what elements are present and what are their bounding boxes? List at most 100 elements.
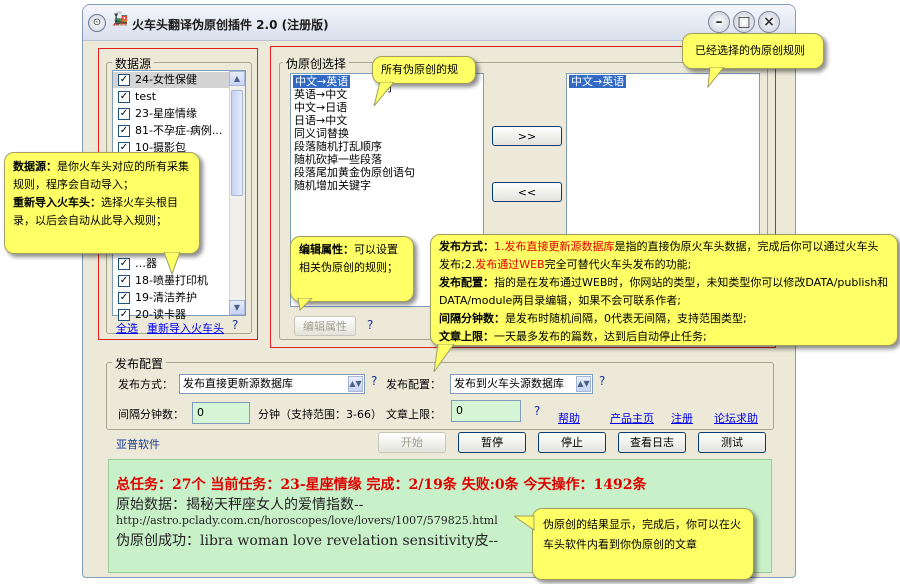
- product-home-link[interactable]: 产品主页: [610, 410, 654, 426]
- publish-callout-interval-text: 是发布时随机间隔，0代表无间隔，支持范围类型;: [505, 312, 747, 325]
- all-rules-callout: 所有伪原创的规则: [372, 56, 476, 94]
- window-title: 火车头翻译伪原创插件 2.0 (注册版): [132, 18, 329, 32]
- rule-item[interactable]: 随机增加关键字: [294, 179, 371, 192]
- rule-item[interactable]: 随机砍掉一些段落: [294, 153, 382, 166]
- list-item[interactable]: ✓ 81-不孕症-病例...: [113, 123, 222, 139]
- list-item-label: 19-清洁养护: [135, 291, 197, 304]
- scroll-down-icon[interactable]: ▼: [229, 300, 245, 315]
- scroll-up-icon[interactable]: ▲: [229, 71, 245, 86]
- list-item[interactable]: ✓ 19-清洁养护: [113, 290, 197, 306]
- publish-label: 发布配置: [112, 355, 167, 372]
- close-button[interactable]: ×: [758, 11, 780, 33]
- checkbox[interactable]: ✓: [118, 108, 130, 120]
- publish-callout-num-2: 2.: [464, 258, 476, 271]
- edit-callout-tail: [297, 298, 313, 312]
- maximize-button[interactable]: □: [733, 11, 755, 33]
- company-label: 亚普软件: [116, 438, 160, 451]
- publish-config-value: 发布到火车头源数据库: [454, 377, 564, 390]
- datasource-callout: 数据源：是你火车头对应的所有采集规则，程序会自动导入； 重新导入火车头：选择火车…: [4, 152, 200, 254]
- add-rule-button[interactable]: >>: [492, 126, 562, 146]
- checkbox[interactable]: ✓: [118, 292, 130, 304]
- publish-config-select[interactable]: 发布到火车头源数据库 ▲▼: [450, 374, 593, 394]
- publish-callout-num-1: 1.: [494, 240, 505, 253]
- result-callout-tail: [514, 515, 535, 531]
- interval-unit: 分钟（支持范围：3-66）: [258, 408, 382, 421]
- interval-input[interactable]: 0: [192, 402, 250, 424]
- publish-callout-method-2-desc: 完全可替代火车头发布的功能;: [544, 258, 692, 271]
- publish-config-label: 发布配置：: [386, 378, 441, 391]
- rule-item[interactable]: 中文→日语: [294, 101, 347, 114]
- datasource-callout-term: 数据源：: [13, 160, 57, 173]
- selected-rules-callout-tail: [707, 67, 725, 89]
- edit-callout: 编辑属性：可以设置相关伪原创的规则；: [290, 236, 414, 302]
- checkbox[interactable]: ✓: [118, 74, 130, 86]
- chevron-down-icon[interactable]: ▲▼: [576, 376, 591, 392]
- publish-callout: 发布方式：1.发布直接更新源数据库是指的直接伪原火车头数据，完成后你可以通过火车…: [430, 234, 898, 346]
- chevron-down-icon[interactable]: ▲▼: [348, 376, 363, 392]
- publish-method-value: 发布直接更新源数据库: [183, 377, 293, 390]
- register-link[interactable]: 注册: [671, 410, 693, 426]
- rule-item[interactable]: 英语→中文: [294, 88, 347, 101]
- config-help-icon[interactable]: ?: [599, 374, 605, 388]
- select-all-link[interactable]: 全选: [116, 320, 138, 336]
- list-item[interactable]: ✓ 24-女性保健: [113, 72, 229, 88]
- result-callout-text: 伪原创的结果显示，完成后，你可以在火车头软件内看到你伪原创的文章: [543, 518, 741, 551]
- list-item-label: 23-星座情缘: [135, 107, 197, 120]
- start-button[interactable]: 开始: [378, 432, 446, 453]
- all-rules-callout-tail: [373, 82, 395, 107]
- help-link[interactable]: 帮助: [558, 410, 580, 426]
- pause-button[interactable]: 暂停: [458, 432, 526, 453]
- train-icon: 🚂: [112, 12, 129, 27]
- status-summary: 总任务：27个 当前任务：23-星座情缘 完成：2/19条 失败:0条 今天操作…: [116, 477, 647, 493]
- stop-button[interactable]: 停止: [538, 432, 606, 453]
- method-help-icon[interactable]: ?: [371, 374, 377, 388]
- rule-item[interactable]: 同义词替换: [294, 127, 349, 140]
- limit-help-icon[interactable]: ?: [534, 404, 540, 418]
- datasource-help-icon[interactable]: ?: [232, 318, 238, 332]
- list-item[interactable]: ✓ …器: [113, 256, 157, 272]
- rule-item[interactable]: 段落尾加黄金伪原创语句: [294, 166, 415, 179]
- rule-item[interactable]: 日语→中文: [294, 114, 347, 127]
- minimize-button[interactable]: –: [708, 11, 730, 33]
- list-item-label: 24-女性保健: [135, 73, 197, 86]
- publish-callout-limit-text: 一天最多发布的篇数，达到后自动停止任务;: [494, 330, 707, 343]
- status-url: http://astro.pclady.com.cn/horoscopes/lo…: [116, 514, 498, 527]
- publish-method-select[interactable]: 发布直接更新源数据库 ▲▼: [179, 374, 365, 394]
- interval-label: 间隔分钟数：: [118, 408, 184, 421]
- publish-callout-method-2: 发布通过WEB: [475, 258, 545, 271]
- limit-label: 文章上限：: [386, 408, 441, 421]
- list-item[interactable]: ✓ 23-星座情缘: [113, 106, 197, 122]
- pseudo-label: 伪原创选择: [283, 55, 350, 72]
- result-callout: 伪原创的结果显示，完成后，你可以在火车头软件内看到你伪原创的文章: [532, 508, 754, 580]
- edit-callout-term: 编辑属性：: [299, 243, 354, 256]
- checkbox[interactable]: ✓: [118, 125, 130, 137]
- publish-callout-method-term: 发布方式：: [439, 240, 494, 253]
- list-item-label: …器: [135, 257, 157, 270]
- list-item[interactable]: ✓ test: [113, 89, 156, 105]
- checkbox[interactable]: ✓: [118, 275, 130, 287]
- rule-item[interactable]: 中文→英语: [293, 75, 351, 88]
- reimport-link[interactable]: 重新导入火车头: [147, 320, 224, 336]
- status-raw-data: 原始数据：揭秘天秤座女人的爱情指数--: [116, 497, 364, 513]
- selected-rules-callout-text: 已经选择的伪原创规则: [695, 44, 805, 57]
- reimport-callout-term: 重新导入火车头：: [13, 196, 101, 209]
- scroll-thumb[interactable]: [231, 90, 243, 196]
- edit-attributes-button[interactable]: 编辑属性: [294, 316, 356, 336]
- view-log-button[interactable]: 查看日志: [618, 432, 686, 453]
- publish-method-label: 发布方式：: [118, 378, 173, 391]
- publish-callout-limit-term: 文章上限：: [439, 330, 494, 343]
- rule-item[interactable]: 段落随机打乱顺序: [294, 140, 382, 153]
- pseudo-help-icon[interactable]: ?: [367, 318, 373, 332]
- window-menu-icon[interactable]: ⊙: [88, 14, 106, 32]
- publish-callout-config-term: 发布配置：: [439, 276, 494, 289]
- checkbox[interactable]: ✓: [118, 91, 130, 103]
- selected-rule-item[interactable]: 中文→英语: [569, 75, 627, 88]
- list-item-label: 81-不孕症-病例...: [135, 124, 223, 137]
- remove-rule-button[interactable]: <<: [492, 182, 562, 202]
- test-button[interactable]: 测试: [698, 432, 766, 453]
- list-item-label: test: [135, 90, 157, 103]
- forum-link[interactable]: 论坛求助: [714, 410, 758, 426]
- limit-input[interactable]: 0: [451, 400, 521, 422]
- checkbox[interactable]: ✓: [118, 258, 130, 270]
- publish-callout-tail: [433, 344, 455, 373]
